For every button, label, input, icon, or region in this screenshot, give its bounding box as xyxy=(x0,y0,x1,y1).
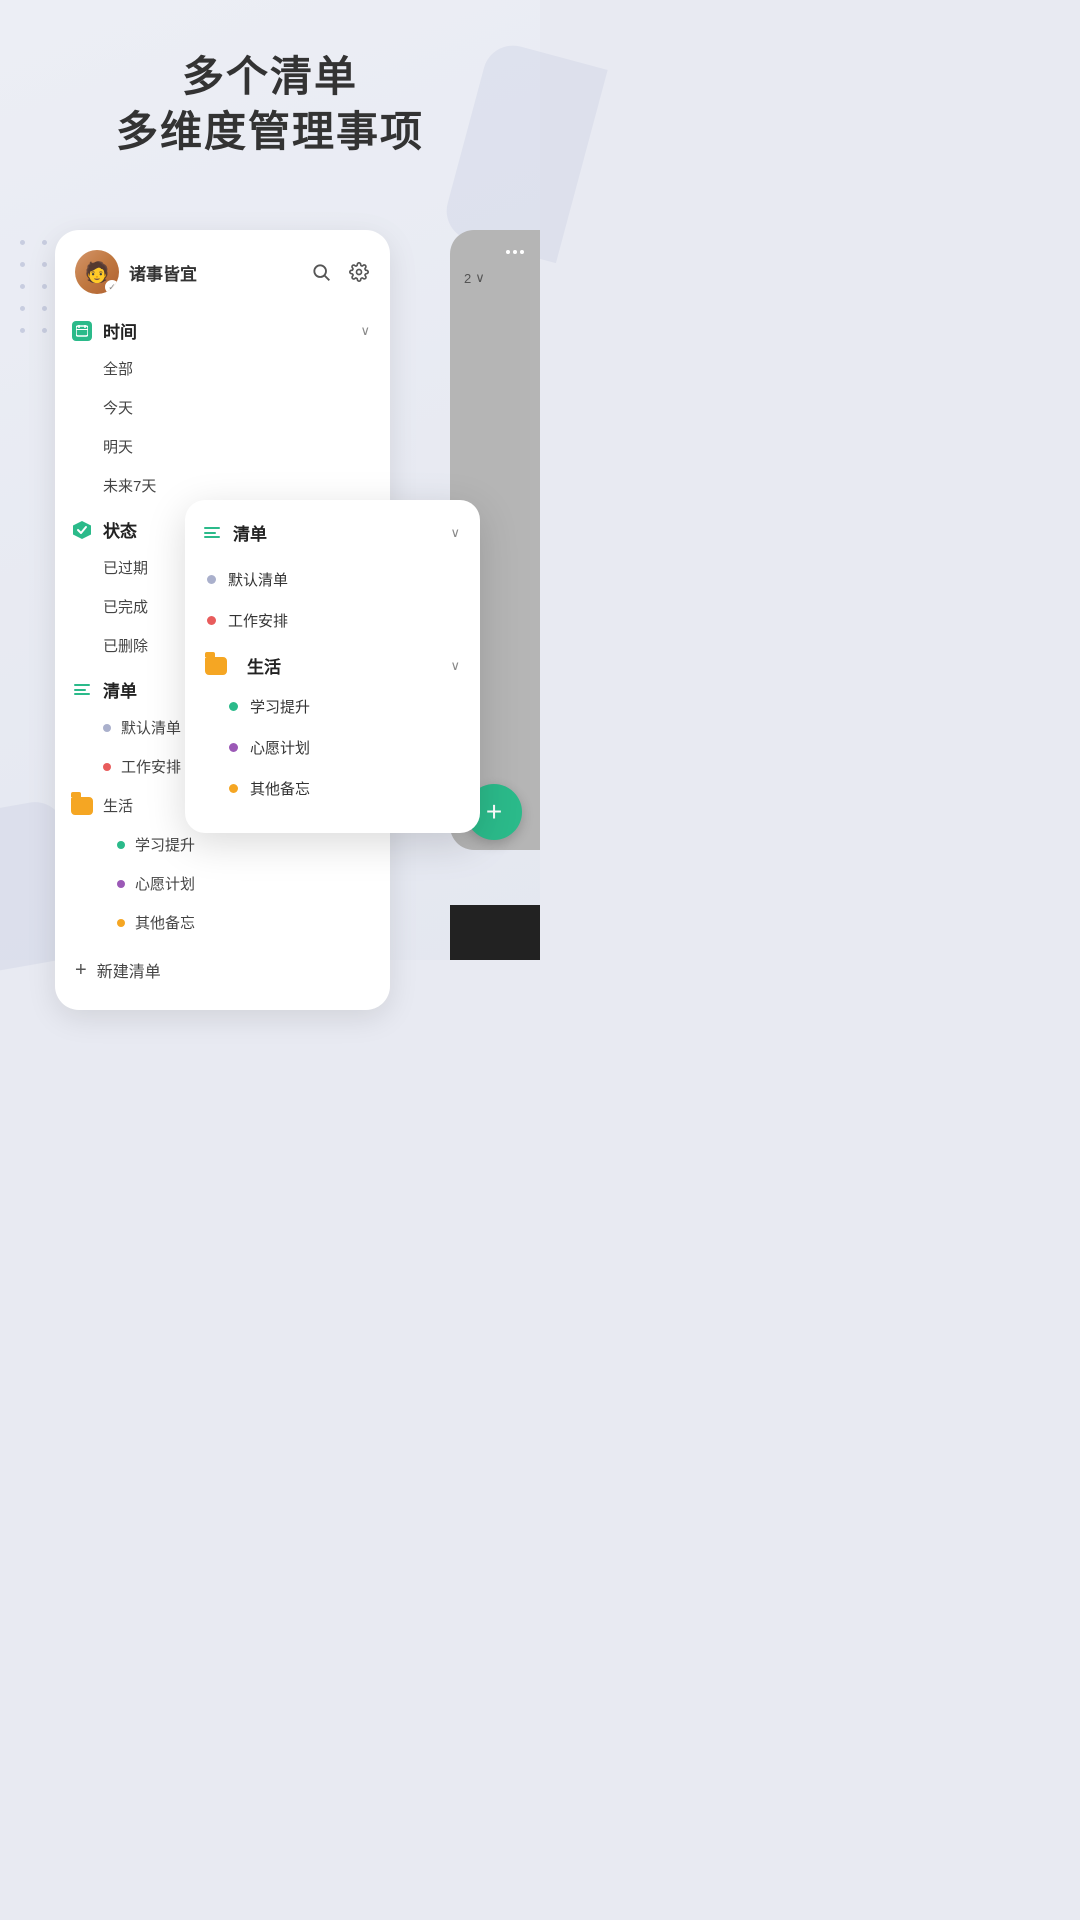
time-section: 时间 ∨ 全部 今天 明天 未来7天 xyxy=(55,306,390,505)
status-section-title: 状态 xyxy=(103,517,137,542)
right-phone-bottom-bar xyxy=(450,905,540,960)
count-number: 2 xyxy=(464,271,471,286)
popup-study-label: 学习提升 xyxy=(250,696,310,717)
new-list-label: 新建清单 xyxy=(97,958,161,982)
user-header: 🧑 ✓ 诸事皆宜 xyxy=(55,250,390,306)
status-header-left: 状态 xyxy=(71,517,137,542)
popup-header[interactable]: 清单 ∨ xyxy=(185,520,480,559)
user-info: 🧑 ✓ 诸事皆宜 xyxy=(75,250,197,294)
life-folder-label: 生活 xyxy=(103,795,133,816)
new-list-button[interactable]: + 新建清单 xyxy=(55,942,390,986)
popup-work-dot xyxy=(207,616,216,625)
popup-study-dot xyxy=(229,702,238,711)
avatar[interactable]: 🧑 ✓ xyxy=(75,250,119,294)
right-phone-header xyxy=(460,250,540,254)
popup-memo-dot xyxy=(229,784,238,793)
header-section: 多个清单 多维度管理事项 xyxy=(0,50,540,159)
popup-life-left: 生活 xyxy=(201,653,281,678)
username: 诸事皆宜 xyxy=(129,260,197,285)
popup-wish-dot xyxy=(229,743,238,752)
memo-dot xyxy=(117,919,125,927)
popup-default-label: 默认清单 xyxy=(228,569,288,590)
list-section-title: 清单 xyxy=(103,677,137,702)
time-section-header[interactable]: 时间 ∨ xyxy=(55,306,390,349)
popup-wish-label: 心愿计划 xyxy=(250,737,310,758)
right-phone-count: 2 ∨ xyxy=(460,266,497,290)
search-icon[interactable] xyxy=(310,261,332,283)
header-line2: 多维度管理事项 xyxy=(116,108,424,155)
popup-list-icon xyxy=(201,522,223,544)
folder-icon-life xyxy=(71,797,93,815)
header-title: 多个清单 多维度管理事项 xyxy=(40,50,500,159)
header-icons xyxy=(310,261,370,283)
time-item-all[interactable]: 全部 xyxy=(55,349,390,388)
popup-life-label: 生活 xyxy=(247,653,281,678)
dot3 xyxy=(520,250,524,254)
popup-folder-icon xyxy=(205,657,227,675)
popup-header-left: 清单 xyxy=(201,520,267,545)
list-header-left: 清单 xyxy=(71,677,137,702)
popup-section-title: 清单 xyxy=(233,520,267,545)
header-line1: 多个清单 xyxy=(182,53,358,100)
time-chevron[interactable]: ∨ xyxy=(360,323,370,339)
popup-card: 清单 ∨ 默认清单 工作安排 生活 ∨ xyxy=(185,500,480,833)
phone-area: 2 ∨ 🧑 ✓ 诸事皆宜 xyxy=(0,230,540,960)
time-item-today[interactable]: 今天 xyxy=(55,388,390,427)
fab-plus-icon: + xyxy=(486,796,502,828)
list-lines-icon xyxy=(71,679,93,701)
more-menu-icon[interactable] xyxy=(506,250,532,254)
popup-default-dot xyxy=(207,575,216,584)
count-chevron: ∨ xyxy=(475,270,485,286)
time-header-left: 时间 xyxy=(71,318,137,343)
settings-icon[interactable] xyxy=(348,261,370,283)
dot2 xyxy=(513,250,517,254)
page-background: 多个清单 多维度管理事项 2 ∨ xyxy=(0,0,540,960)
popup-item-wish[interactable]: 心愿计划 xyxy=(185,727,480,768)
popup-memo-label: 其他备忘 xyxy=(250,778,310,799)
popup-item-work[interactable]: 工作安排 xyxy=(185,600,480,641)
time-item-tomorrow[interactable]: 明天 xyxy=(55,427,390,466)
popup-item-memo[interactable]: 其他备忘 xyxy=(185,768,480,809)
list-item-wish[interactable]: 心愿计划 xyxy=(55,864,390,903)
popup-item-study[interactable]: 学习提升 xyxy=(185,686,480,727)
time-icon xyxy=(71,320,93,342)
work-list-dot xyxy=(103,763,111,771)
popup-life-chevron[interactable]: ∨ xyxy=(450,658,460,674)
popup-chevron[interactable]: ∨ xyxy=(450,525,460,541)
new-list-plus-icon: + xyxy=(75,959,87,982)
default-list-dot xyxy=(103,724,111,732)
popup-item-default[interactable]: 默认清单 xyxy=(185,559,480,600)
badge-check: ✓ xyxy=(105,280,119,294)
popup-life-folder[interactable]: 生活 ∨ xyxy=(185,641,480,686)
study-dot xyxy=(117,841,125,849)
status-icon xyxy=(71,519,93,541)
popup-work-label: 工作安排 xyxy=(228,610,288,631)
wish-dot xyxy=(117,880,125,888)
time-section-title: 时间 xyxy=(103,318,137,343)
list-item-memo[interactable]: 其他备忘 xyxy=(55,903,390,942)
dot1 xyxy=(506,250,510,254)
